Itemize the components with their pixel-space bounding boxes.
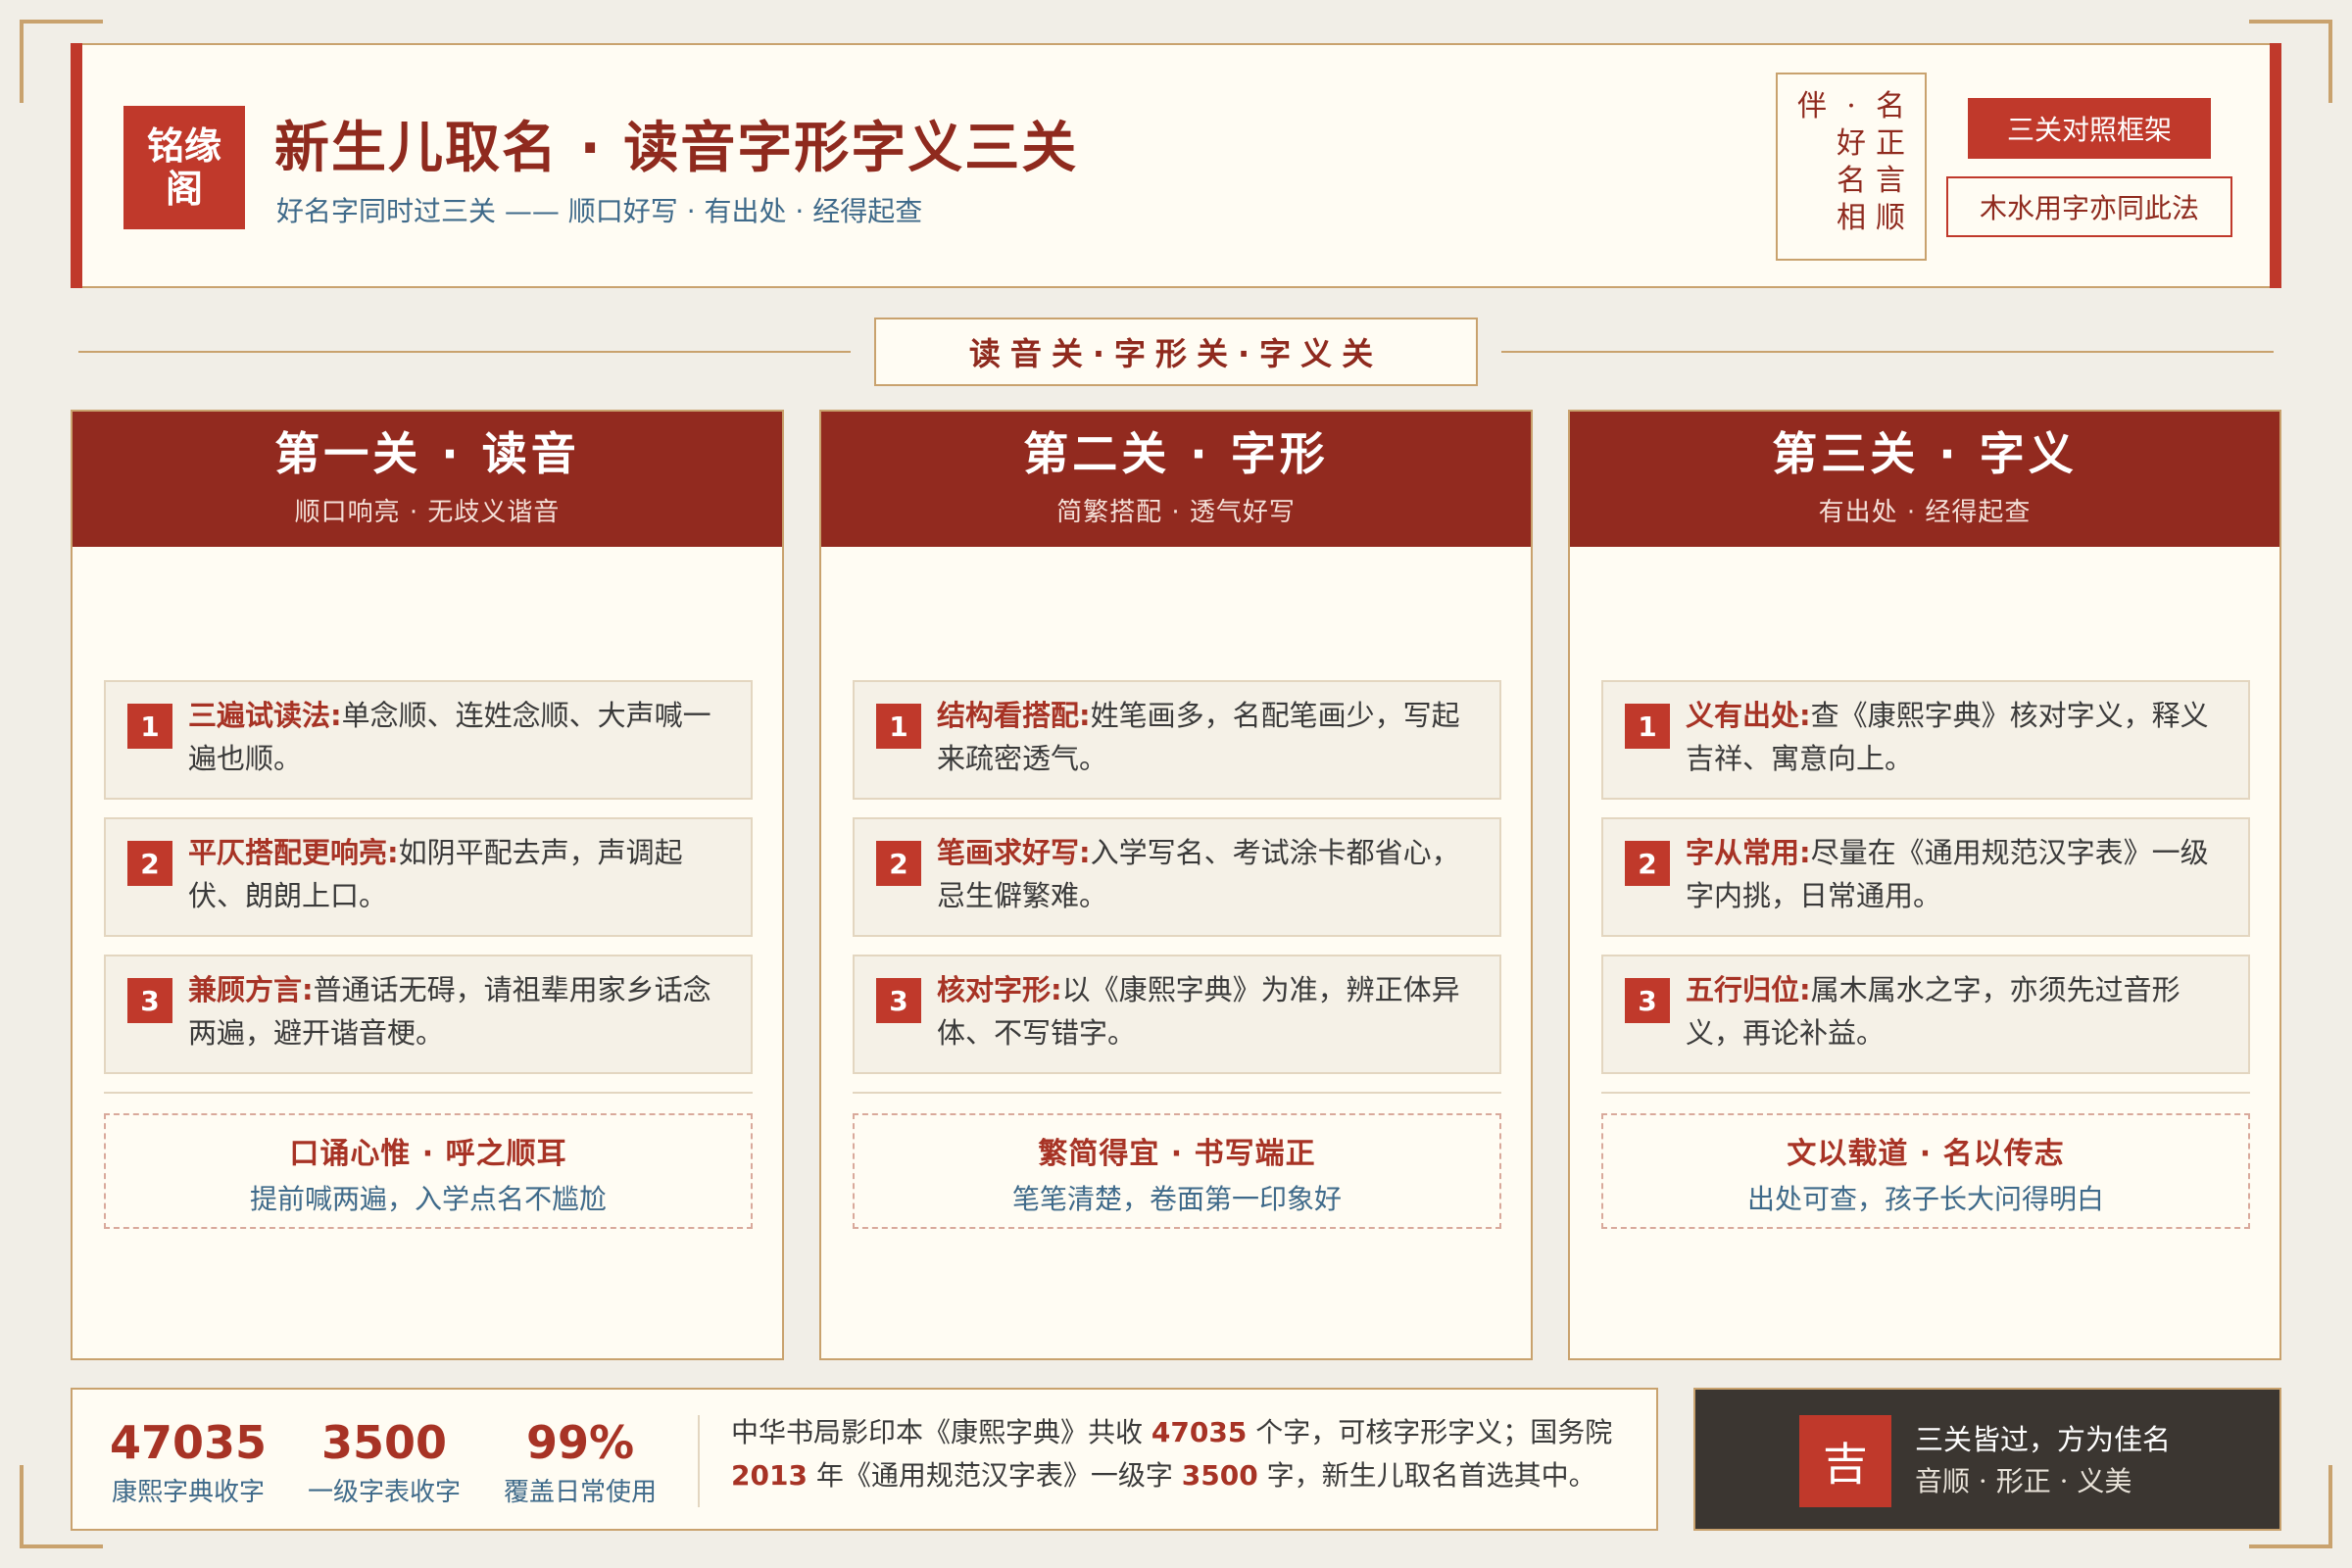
lucky-line-1: 三关皆过，方为佳名 — [1915, 1423, 2172, 1456]
stat-value: 99% — [525, 1416, 635, 1469]
brand-logo-line2: 阁 — [165, 167, 203, 211]
motto-title: 口诵心惟 · 呼之顺耳 — [289, 1137, 567, 1171]
card-title: 第一关 · 读音 — [274, 427, 580, 480]
card-header: 第一关 · 读音 顺口响亮 · 无歧义谐音 — [73, 412, 782, 547]
lucky-line-2: 音顺 · 形正 · 义美 — [1915, 1465, 2132, 1497]
item-number: 2 — [127, 841, 172, 886]
stat-value: 3500 — [320, 1416, 448, 1469]
stats-panel: 47035 康熙字典收字 3500 一级字表收字 99% 覆盖日常使用 中华书局… — [71, 1388, 1658, 1531]
item-key: 三遍试读法: — [188, 699, 342, 732]
card-meaning: 第三关 · 字义 有出处 · 经得起查 1 义有出处:查《康熙字典》核对字义，释… — [1568, 410, 2281, 1360]
section-banner: 读音关·字形关·字义关 — [874, 318, 1478, 386]
banner-divider-left — [78, 351, 851, 353]
card-separator — [104, 1092, 753, 1094]
page-header: 铭缘 阁 新生儿取名 · 读音字形字义三关 好名字同时过三关 —— 顺口好写 ·… — [71, 43, 2281, 288]
item-key: 义有出处: — [1686, 699, 1811, 732]
motto-title: 繁简得宜 · 书写端正 — [1038, 1137, 1316, 1171]
motto-subtitle: 出处可查，孩子长大问得明白 — [1746, 1183, 2104, 1215]
card-separator — [1601, 1092, 2250, 1094]
list-item: 1 结构看搭配:姓笔画多，名配笔画少，写起来疏密透气。 — [853, 680, 1501, 800]
card-pronunciation: 第一关 · 读音 顺口响亮 · 无歧义谐音 1 三遍试读法:单念顺、连姓念顺、大… — [71, 410, 784, 1360]
page-subtitle: 好名字同时过三关 —— 顺口好写 · 有出处 · 经得起查 — [276, 195, 923, 227]
card-header: 第二关 · 字形 简繁搭配 · 透气好写 — [821, 412, 1531, 547]
card-subtitle: 简繁搭配 · 透气好写 — [1056, 498, 1296, 527]
list-item: 2 字从常用:尽量在《通用规范汉字表》一级字内挑，日常通用。 — [1601, 817, 2250, 937]
list-item: 3 核对字形:以《康熙字典》为准，辨正体异体、不写错字。 — [853, 955, 1501, 1074]
item-key: 平仄搭配更响亮: — [188, 836, 399, 869]
card-subtitle: 顺口响亮 · 无歧义谐音 — [294, 498, 561, 527]
seal-column-2: · 好 名 相 — [1837, 89, 1866, 235]
motto-title: 文以载道 · 名以传志 — [1787, 1137, 2065, 1171]
item-key: 五行归位: — [1686, 973, 1811, 1006]
list-item: 3 兼顾方言:普通话无碍，请祖辈用家乡话念两遍，避开谐音梗。 — [104, 955, 753, 1074]
brand-logo-line1: 铭缘 — [146, 123, 221, 168]
seal-column-1: 名 正 言 顺 — [1876, 89, 1905, 235]
card-glyph-form: 第二关 · 字形 简繁搭配 · 透气好写 1 结构看搭配:姓笔画多，名配笔画少，… — [819, 410, 1533, 1360]
lucky-panel: 吉 三关皆过，方为佳名 音顺 · 形正 · 义美 — [1693, 1388, 2281, 1531]
stat-coverage: 99% 覆盖日常使用 — [482, 1415, 678, 1508]
stat-label: 康熙字典收字 — [111, 1478, 265, 1507]
seal-column-3: 伴 — [1797, 89, 1827, 123]
wood-water-method-button[interactable]: 木水用字亦同此法 — [1946, 176, 2232, 237]
item-number: 3 — [1625, 978, 1670, 1023]
list-item: 1 三遍试读法:单念顺、连姓念顺、大声喊一遍也顺。 — [104, 680, 753, 800]
item-key: 字从常用: — [1686, 836, 1811, 869]
item-number: 2 — [876, 841, 921, 886]
card-header: 第三关 · 字义 有出处 · 经得起查 — [1570, 412, 2279, 547]
item-number: 2 — [1625, 841, 1670, 886]
stat-level-one: 3500 一级字表收字 — [286, 1415, 482, 1508]
list-item: 2 笔画求好写:入学写名、考试涂卡都省心，忌生僻繁难。 — [853, 817, 1501, 937]
item-number: 1 — [1625, 704, 1670, 749]
item-key: 兼顾方言: — [188, 973, 314, 1006]
stats-note: 中华书局影印本《康熙字典》共收 47035 个字，可核字形字义；国务院 2013… — [731, 1416, 1613, 1492]
card-separator — [853, 1092, 1501, 1094]
stat-label: 一级字表收字 — [307, 1478, 461, 1507]
card-motto: 口诵心惟 · 呼之顺耳 提前喊两遍，入学点名不尴尬 — [104, 1113, 753, 1229]
list-item: 2 平仄搭配更响亮:如阴平配去声，声调起伏、朗朗上口。 — [104, 817, 753, 937]
card-motto: 文以载道 · 名以传志 出处可查，孩子长大问得明白 — [1601, 1113, 2250, 1229]
list-item: 3 五行归位:属木属水之字，亦须先过音形义，再论补益。 — [1601, 955, 2250, 1074]
item-key: 核对字形: — [937, 973, 1062, 1006]
stat-value: 47035 — [109, 1416, 268, 1469]
stats-separator — [698, 1415, 700, 1507]
page-title: 新生儿取名 · 读音字形字义三关 — [274, 117, 1079, 180]
banner-divider-right — [1501, 351, 2274, 353]
lucky-seal-icon: 吉 — [1799, 1415, 1891, 1507]
list-item: 1 义有出处:查《康熙字典》核对字义，释义吉祥、寓意向上。 — [1601, 680, 2250, 800]
motto-subtitle: 提前喊两遍，入学点名不尴尬 — [249, 1183, 607, 1215]
card-motto: 繁简得宜 · 书写端正 笔笔清楚，卷面第一印象好 — [853, 1113, 1501, 1229]
item-number: 1 — [127, 704, 172, 749]
framework-button[interactable]: 三关对照框架 — [1968, 98, 2211, 159]
card-title: 第三关 · 字义 — [1772, 427, 2078, 480]
item-key: 结构看搭配: — [937, 699, 1091, 732]
item-number: 3 — [876, 978, 921, 1023]
stat-kangxi: 47035 康熙字典收字 — [90, 1415, 286, 1508]
card-title: 第二关 · 字形 — [1023, 427, 1329, 480]
brand-logo: 铭缘 阁 — [123, 106, 245, 229]
motto-subtitle: 笔笔清楚，卷面第一印象好 — [1011, 1183, 1342, 1215]
vertical-seal-stamp: 名 正 言 顺 · 好 名 相 伴 — [1776, 73, 1927, 261]
stat-label: 覆盖日常使用 — [503, 1478, 657, 1507]
card-subtitle: 有出处 · 经得起查 — [1818, 498, 2032, 527]
item-number: 3 — [127, 978, 172, 1023]
item-number: 1 — [876, 704, 921, 749]
item-key: 笔画求好写: — [937, 836, 1091, 869]
